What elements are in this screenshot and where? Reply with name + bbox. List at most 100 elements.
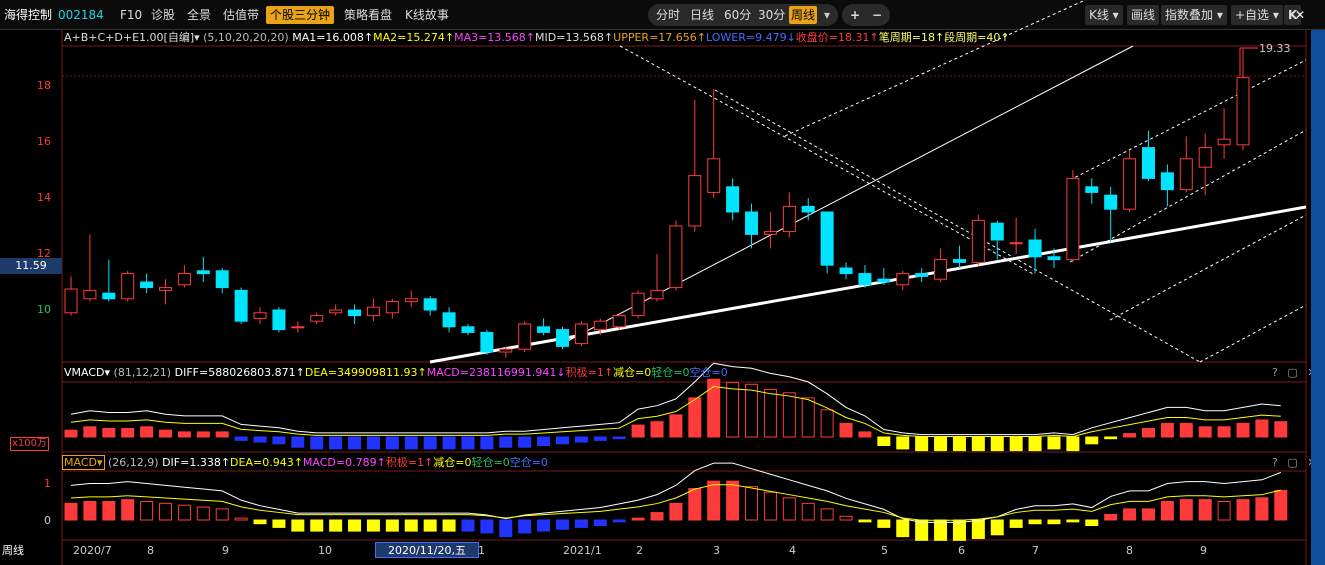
candle-body [253, 312, 267, 319]
macd-bar [820, 508, 834, 521]
vmacd-bar [726, 382, 740, 438]
vmacd-bar [555, 436, 569, 445]
date-11: 7 [1032, 544, 1039, 557]
vmacd-bar [366, 436, 380, 450]
macd-bar [915, 519, 929, 541]
candle-body [669, 225, 683, 289]
vmacd-bar [1123, 433, 1137, 438]
macd-qingcang: 轻仓=0 [471, 456, 510, 469]
price-tick-18: 18 [37, 79, 51, 92]
price-tick-16: 16 [37, 135, 51, 148]
vmacd-bar [177, 431, 191, 438]
vmacd-jiancang: 减仓=0 [613, 366, 652, 379]
candle-body [461, 326, 475, 333]
vmacd-bar [915, 436, 929, 452]
vmacd-info: VMACD▾ (81,12,21) DIFF=588026803.871↑DEA… [64, 365, 728, 381]
right-side-panel[interactable] [1311, 30, 1325, 565]
date-12: 8 [1126, 544, 1133, 557]
macd-bar [1217, 501, 1231, 521]
candle-body [121, 273, 135, 300]
candle-body [83, 289, 97, 300]
candle-body [64, 288, 78, 314]
macd-bar [1198, 499, 1212, 521]
macd-bar [234, 517, 248, 521]
candle-body [1160, 172, 1174, 191]
candle-body [612, 315, 626, 328]
vmacd-bar [631, 424, 645, 438]
price-tick-10: 10 [37, 303, 51, 316]
vmacd-bar [952, 436, 966, 452]
macd-tick-1: 1 [44, 477, 51, 490]
vmacd-bar [423, 436, 437, 450]
candle-body [1236, 77, 1250, 146]
candle-body [366, 306, 380, 317]
macd-kongcang: 空仓=0 [509, 456, 548, 469]
macd-bar [64, 502, 78, 521]
date-3: 10 [318, 544, 332, 557]
macd-bar [555, 519, 569, 530]
candle-body [934, 259, 948, 280]
candle-body [348, 309, 362, 317]
vmacd-bar [1255, 419, 1269, 438]
vmacd-bar [215, 431, 229, 438]
candle-body [1085, 186, 1099, 193]
date-9: 5 [881, 544, 888, 557]
candle-body [518, 323, 532, 350]
macd-select[interactable]: MACD▾ [62, 455, 105, 470]
macd-bar [990, 519, 1004, 536]
vmacd-bar [650, 421, 664, 438]
candle-body [140, 281, 154, 289]
macd-bar [650, 512, 664, 521]
vmacd-kongcang: 空仓=0 [689, 366, 728, 379]
candle-body [234, 289, 248, 322]
candle-body [423, 298, 437, 311]
candle-body [801, 205, 815, 213]
candle-body [650, 289, 664, 300]
chart-canvas[interactable] [0, 0, 1325, 565]
macd-bar [763, 491, 777, 521]
vmacd-bar [1274, 421, 1288, 438]
macd-bar [1179, 499, 1193, 521]
candle-body [990, 222, 1004, 241]
price-tick-14: 14 [37, 191, 51, 204]
macd-bar [707, 480, 721, 521]
vmacd-bar [348, 436, 362, 450]
candle-body [593, 320, 607, 331]
candle-body [1028, 239, 1042, 258]
macd-bar [499, 519, 513, 538]
candle-body [102, 292, 116, 300]
max-price-label: 19.33 [1259, 42, 1291, 55]
vmacd-bar [480, 436, 494, 450]
vmacd-select[interactable]: VMACD▾ [64, 366, 110, 379]
date-5: 2021/1 [563, 544, 602, 557]
candle-body [858, 273, 872, 286]
macd-bar [177, 504, 191, 521]
vmacd-bar [820, 409, 834, 438]
date-10: 6 [958, 544, 965, 557]
macd-bar [896, 519, 910, 538]
macd-dea: DEA=0.943↑ [230, 456, 303, 469]
macd-bar [745, 486, 759, 521]
macd-bar [404, 519, 418, 532]
candle-body [196, 270, 210, 275]
period-label[interactable]: 周线 [2, 543, 24, 559]
vmacd-dea: DEA=349909811.93↑ [304, 366, 427, 379]
date-4: 1 [478, 544, 485, 557]
vmacd-bar [140, 426, 154, 438]
vmacd-bar [896, 436, 910, 450]
vmacd-bar [858, 431, 872, 438]
macd-bar [537, 519, 551, 532]
macd-bar [726, 480, 740, 521]
upper-channel-line [784, 0, 1087, 137]
date-13: 9 [1200, 544, 1207, 557]
vmacd-bar [1104, 436, 1118, 440]
macd-bar [83, 501, 97, 521]
vmacd-bar [1066, 436, 1080, 452]
macd-jiji: 积极=1↑ [385, 456, 434, 469]
macd-bar [272, 519, 286, 528]
macd-bar [1104, 513, 1118, 521]
candle-body [404, 298, 418, 303]
macd-bar [159, 502, 173, 521]
candle-body [1123, 158, 1137, 210]
vmacd-bar [1198, 426, 1212, 438]
